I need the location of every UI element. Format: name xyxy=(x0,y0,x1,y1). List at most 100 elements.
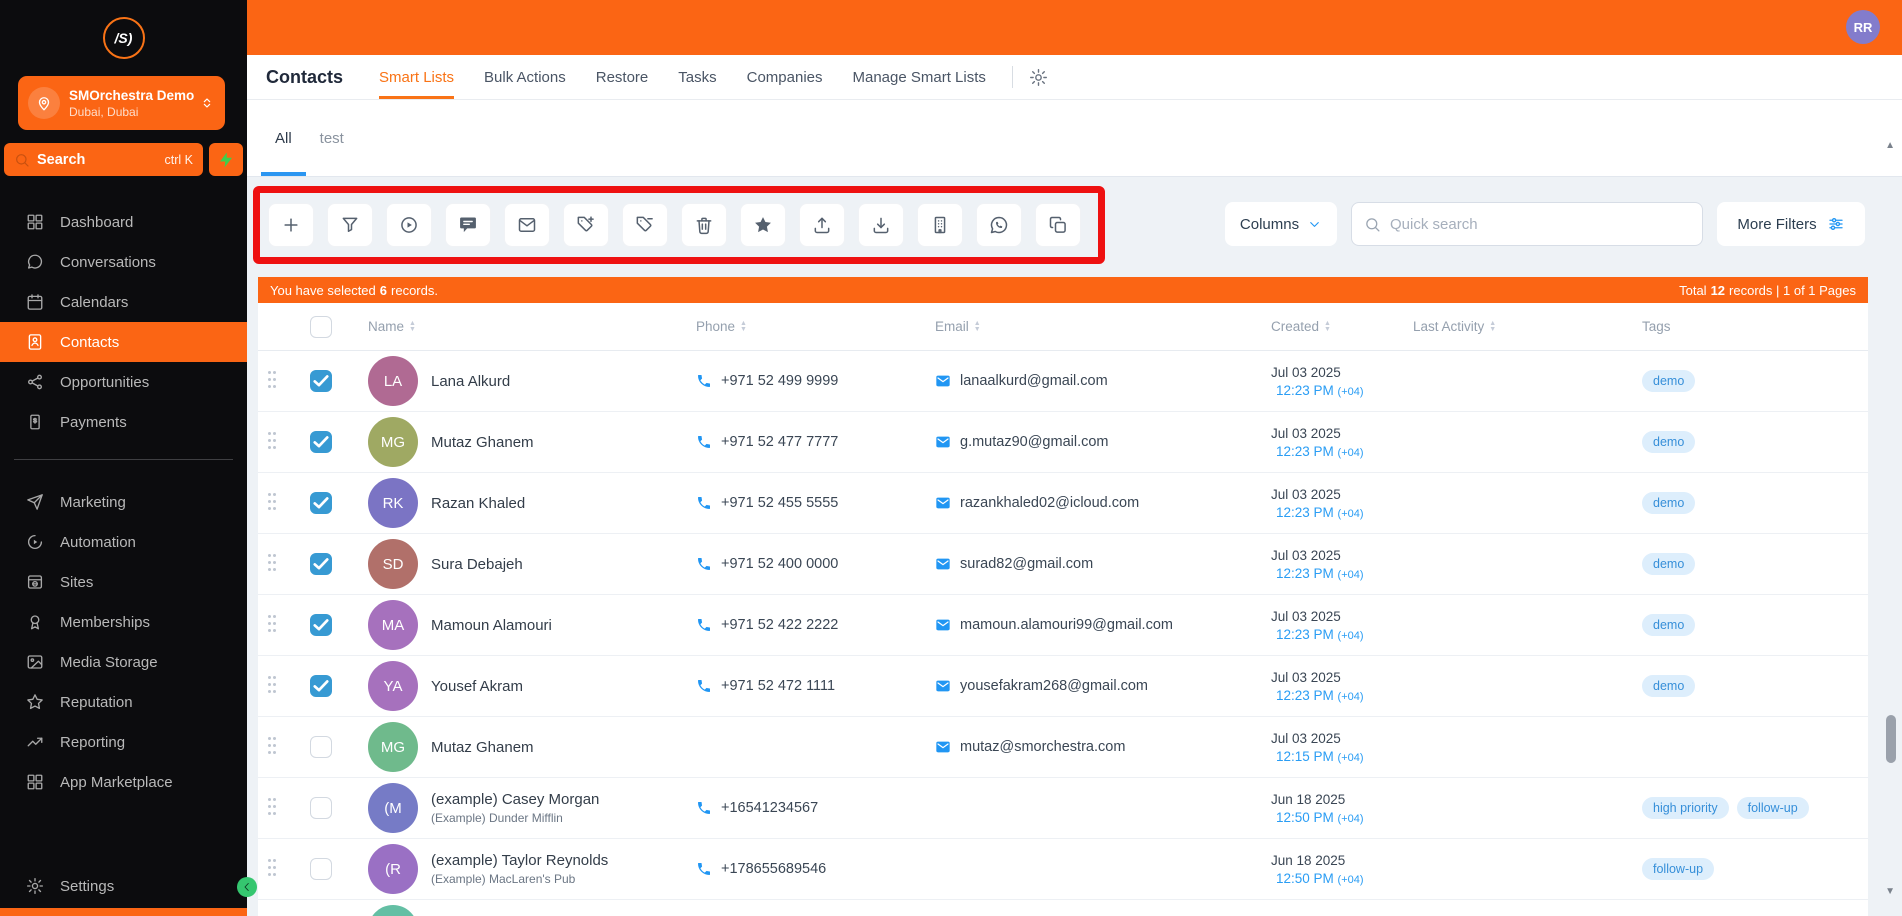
drag-handle[interactable] xyxy=(268,371,278,392)
sort-email-icon[interactable]: ▲▼ xyxy=(974,321,981,333)
toolbar-add-to-company-button[interactable] xyxy=(917,203,963,247)
contact-phone[interactable]: +971 52 400 0000 xyxy=(721,556,838,572)
toolbar-whatsapp-button[interactable] xyxy=(976,203,1022,247)
sidebar-item-payments[interactable]: Payments xyxy=(0,402,247,442)
sidebar-search-input[interactable]: Search ctrl K xyxy=(4,143,203,176)
contact-name[interactable]: Razan Khaled xyxy=(431,495,525,512)
toolbar-add-tag-button[interactable] xyxy=(563,203,609,247)
contact-name[interactable]: Lana Alkurd xyxy=(431,373,510,390)
tag-pill[interactable]: follow-up xyxy=(1737,797,1809,819)
row-checkbox[interactable] xyxy=(310,797,332,819)
drag-handle[interactable] xyxy=(268,493,278,514)
tag-pill[interactable]: high priority xyxy=(1642,797,1729,819)
nav-item-restore[interactable]: Restore xyxy=(596,55,649,99)
sidebar-item-contacts[interactable]: Contacts xyxy=(0,322,247,362)
sort-name-icon[interactable]: ▲▼ xyxy=(409,321,416,333)
contact-email[interactable]: mutaz@smorchestra.com xyxy=(960,739,1125,755)
contact-phone[interactable]: +178655689546 xyxy=(721,861,826,877)
contact-email[interactable]: mamoun.alamouri99@gmail.com xyxy=(960,617,1173,633)
toolbar-merge-contacts-button[interactable] xyxy=(1035,203,1081,247)
contact-name[interactable]: Sura Debajeh xyxy=(431,556,523,573)
sidebar-item-app-marketplace[interactable]: App Marketplace xyxy=(0,762,247,802)
table-row[interactable]: SD Sura Debajeh +971 52 400 0000 surad82… xyxy=(258,534,1868,595)
drag-handle[interactable] xyxy=(268,737,278,758)
table-row[interactable]: (R (example) Taylor Reynolds (Example) M… xyxy=(258,839,1868,900)
drag-handle[interactable] xyxy=(268,676,278,697)
toolbar-filter-button[interactable] xyxy=(327,203,373,247)
nav-item-smart-lists[interactable]: Smart Lists xyxy=(379,55,454,99)
nav-item-tasks[interactable]: Tasks xyxy=(678,55,716,99)
scrollbar-down-arrow[interactable]: ▼ xyxy=(1885,886,1895,897)
sort-phone-icon[interactable]: ▲▼ xyxy=(740,321,747,333)
contact-name[interactable]: Mamoun Alamouri xyxy=(431,617,552,634)
sidebar-item-reporting[interactable]: Reporting xyxy=(0,722,247,762)
contact-phone[interactable]: +971 52 422 2222 xyxy=(721,617,838,633)
nav-item-bulk-actions[interactable]: Bulk Actions xyxy=(484,55,566,99)
table-row[interactable]: LA Lana Alkurd +971 52 499 9999 lanaalku… xyxy=(258,351,1868,412)
table-row[interactable]: (M (example) Casey Morgan (Example) Dund… xyxy=(258,778,1868,839)
row-checkbox[interactable] xyxy=(310,736,332,758)
row-checkbox[interactable] xyxy=(310,614,332,636)
toolbar-import-contacts-button[interactable] xyxy=(858,203,904,247)
sidebar-item-sites[interactable]: Sites xyxy=(0,562,247,602)
table-row[interactable]: RK Razan Khaled +971 52 455 5555 razankh… xyxy=(258,473,1868,534)
sidebar-item-calendars[interactable]: Calendars xyxy=(0,282,247,322)
tag-pill[interactable]: demo xyxy=(1642,553,1695,575)
smart-list-settings-gear-icon[interactable] xyxy=(1029,68,1048,87)
table-row[interactable]: (J (example) Jordan Smith Jun 18 2025 fo… xyxy=(258,900,1868,916)
toolbar-start-automation-button[interactable] xyxy=(386,203,432,247)
location-switcher[interactable]: SMOrchestra Demo Dubai, Dubai xyxy=(18,76,225,130)
tag-pill[interactable]: demo xyxy=(1642,370,1695,392)
tab-test[interactable]: test xyxy=(306,100,358,176)
sidebar-item-conversations[interactable]: Conversations xyxy=(0,242,247,282)
drag-handle[interactable] xyxy=(268,615,278,636)
drag-handle[interactable] xyxy=(268,554,278,575)
sidebar-item-reputation[interactable]: Reputation xyxy=(0,682,247,722)
contact-email[interactable]: yousefakram268@gmail.com xyxy=(960,678,1148,694)
contact-phone[interactable]: +971 52 477 7777 xyxy=(721,434,838,450)
sidebar-item-dashboard[interactable]: Dashboard xyxy=(0,202,247,242)
tag-pill[interactable]: demo xyxy=(1642,675,1695,697)
sort-last-activity-icon[interactable]: ▲▼ xyxy=(1489,321,1496,333)
row-checkbox[interactable] xyxy=(310,370,332,392)
tag-pill[interactable]: demo xyxy=(1642,431,1695,453)
contact-email[interactable]: razankhaled02@icloud.com xyxy=(960,495,1139,511)
contact-phone[interactable]: +971 52 499 9999 xyxy=(721,373,838,389)
contact-name[interactable]: (example) Casey Morgan xyxy=(431,791,599,808)
tab-all[interactable]: All xyxy=(261,100,306,176)
toolbar-remove-tag-button[interactable] xyxy=(622,203,668,247)
drag-handle[interactable] xyxy=(268,859,278,880)
table-row[interactable]: MG Mutaz Ghanem mutaz@smorchestra.com Ju… xyxy=(258,717,1868,778)
sidebar-item-marketing[interactable]: Marketing xyxy=(0,482,247,522)
row-checkbox[interactable] xyxy=(310,675,332,697)
tag-pill[interactable]: demo xyxy=(1642,492,1695,514)
contact-email[interactable]: surad82@gmail.com xyxy=(960,556,1093,572)
sort-created-icon[interactable]: ▲▼ xyxy=(1324,321,1331,333)
nav-item-manage-smart-lists[interactable]: Manage Smart Lists xyxy=(853,55,986,99)
toolbar-delete-contacts-button[interactable] xyxy=(681,203,727,247)
row-checkbox[interactable] xyxy=(310,431,332,453)
table-row[interactable]: MA Mamoun Alamouri +971 52 422 2222 mamo… xyxy=(258,595,1868,656)
contact-name[interactable]: Yousef Akram xyxy=(431,678,523,695)
contact-name[interactable]: (example) Taylor Reynolds xyxy=(431,852,608,869)
contact-name[interactable]: Mutaz Ghanem xyxy=(431,739,534,756)
tag-pill[interactable]: demo xyxy=(1642,614,1695,636)
row-checkbox[interactable] xyxy=(310,858,332,880)
toolbar-add-to-favorites-button[interactable] xyxy=(740,203,786,247)
tag-pill[interactable]: follow-up xyxy=(1642,858,1714,880)
sidebar-collapse-button[interactable] xyxy=(237,877,257,897)
user-avatar[interactable]: RR xyxy=(1846,10,1880,44)
nav-item-companies[interactable]: Companies xyxy=(747,55,823,99)
table-row[interactable]: MG Mutaz Ghanem +971 52 477 7777 g.mutaz… xyxy=(258,412,1868,473)
contact-phone[interactable]: +971 52 455 5555 xyxy=(721,495,838,511)
toolbar-add-contact-button[interactable] xyxy=(268,203,314,247)
row-checkbox[interactable] xyxy=(310,553,332,575)
more-filters-button[interactable]: More Filters xyxy=(1717,202,1865,246)
sidebar-item-automation[interactable]: Automation xyxy=(0,522,247,562)
toolbar-send-sms-button[interactable] xyxy=(445,203,491,247)
contact-name[interactable]: Mutaz Ghanem xyxy=(431,434,534,451)
sidebar-item-opportunities[interactable]: Opportunities xyxy=(0,362,247,402)
sidebar-item-settings[interactable]: Settings xyxy=(0,866,247,906)
select-all-checkbox[interactable] xyxy=(310,316,332,338)
toolbar-export-contacts-button[interactable] xyxy=(799,203,845,247)
